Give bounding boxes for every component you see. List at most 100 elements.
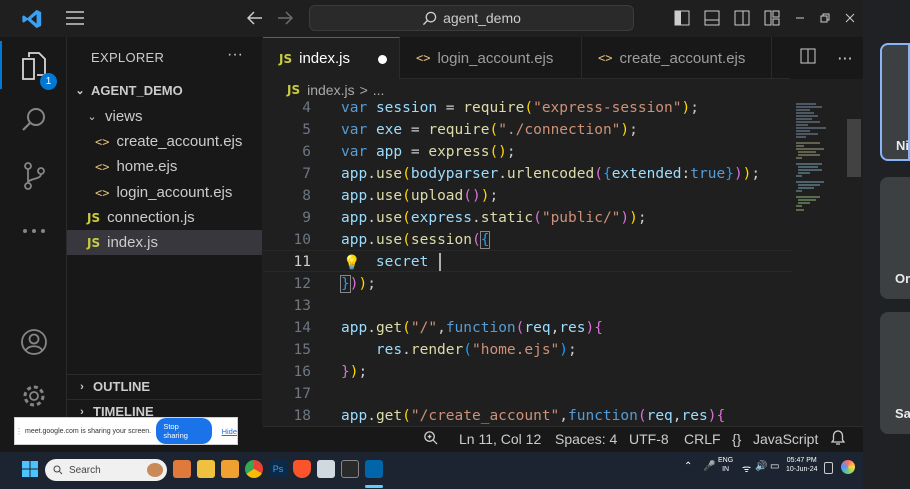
title-bar: agent_demo (0, 0, 863, 37)
explorer-badge: 1 (40, 73, 57, 90)
outline-section[interactable]: › OUTLINE (67, 374, 262, 398)
ejs-file-icon: <> (598, 51, 613, 65)
vscode-window: agent_demo 1 EXPLORER ··· ⌄ AGENT_DEMO ⌄… (0, 0, 863, 452)
microphone-icon[interactable]: 🎤 (703, 461, 715, 472)
taskbar-app-icon[interactable] (317, 460, 335, 478)
code-line-16-text: }); (341, 364, 368, 380)
search-icon (21, 108, 45, 131)
battery-icon[interactable]: ▭ (770, 461, 779, 472)
menu-icon[interactable] (64, 8, 86, 28)
code-line: 5 var exe = require("./connection"); (263, 119, 793, 141)
notification-center-icon[interactable] (824, 462, 833, 474)
code-line-12-text: })); (340, 275, 376, 293)
code-line-15-text: res.render("home.ejs"); (375, 342, 577, 358)
settings-activity[interactable] (0, 373, 67, 419)
indentation[interactable]: Spaces: 4 (555, 431, 617, 447)
chevron-down-icon: ⌄ (87, 111, 97, 123)
status-bar: Ln 11, Col 12 Spaces: 4 UTF-8 CRLF {} Ja… (263, 426, 863, 452)
code-line: 9 app.use(express.static("public/")); (263, 207, 793, 229)
chrome-icon[interactable] (245, 460, 263, 478)
hide-link[interactable]: Hide (222, 427, 237, 436)
command-center-search[interactable]: agent_demo (309, 5, 634, 31)
forward-arrow-icon[interactable] (275, 8, 295, 28)
minimap[interactable] (794, 101, 844, 426)
code-line-18-text: app.get("/create_account",function(req,r… (341, 408, 726, 424)
participant-tile[interactable]: Or (880, 177, 910, 299)
folder-agent-demo[interactable]: ⌄ AGENT_DEMO (67, 78, 262, 103)
file-connection[interactable]: JS connection.js (67, 205, 262, 230)
chevron-up-icon[interactable]: ⌃ (684, 461, 692, 472)
search-highlight-icon (147, 463, 163, 477)
tab-index-js[interactable]: JS index.js (263, 37, 400, 79)
search-activity[interactable] (0, 97, 67, 143)
breadcrumb-symbols[interactable]: ... (373, 82, 385, 98)
file-login-account[interactable]: <> login_account.ejs (67, 180, 262, 205)
back-arrow-icon[interactable] (245, 8, 265, 28)
file-explorer-icon[interactable] (197, 460, 215, 478)
tab-login-account[interactable]: <> login_account.ejs (400, 37, 582, 79)
activity-bar: 1 (0, 37, 67, 426)
file-home[interactable]: <> home.ejs (67, 154, 262, 179)
windows-start-icon[interactable] (22, 461, 38, 481)
toggle-secondary-sidebar-icon[interactable] (733, 9, 751, 27)
chevron-right-icon: › (80, 380, 84, 393)
encoding[interactable]: UTF-8 (629, 431, 669, 447)
cursor-position[interactable]: Ln 11, Col 12 (459, 431, 541, 447)
command-center-text: agent_demo (443, 10, 521, 26)
accounts-activity[interactable] (0, 319, 67, 365)
copilot-icon[interactable] (841, 460, 855, 474)
explorer-title: EXPLORER (91, 50, 165, 65)
sublime-text-icon[interactable] (221, 460, 239, 478)
notifications-bell-icon[interactable] (830, 430, 846, 449)
photoshop-icon[interactable]: Ps (269, 460, 287, 478)
code-line: 10 app.use(session({ (263, 229, 793, 251)
taskbar-app-icon[interactable] (173, 460, 191, 478)
toggle-primary-sidebar-icon[interactable] (673, 9, 691, 27)
line-ending[interactable]: CRLF (684, 431, 721, 447)
source-control-activity[interactable] (0, 153, 67, 199)
participant-tile[interactable]: Sa (880, 312, 910, 434)
toggle-panel-icon[interactable] (703, 9, 721, 27)
tab-create-account[interactable]: <> create_account.ejs (582, 37, 772, 79)
explorer-activity[interactable]: 1 (0, 43, 67, 90)
taskbar-search[interactable]: Search (45, 459, 167, 481)
volume-icon[interactable]: 🔊 (755, 461, 767, 472)
share-message: meet.google.com is sharing your screen. (25, 427, 152, 435)
drag-handle-icon[interactable]: ⋮ (15, 418, 23, 444)
explorer-more-icon[interactable]: ··· (227, 46, 243, 64)
clock[interactable]: 05:47 PM 10-Jun-24 (786, 456, 818, 474)
terminal-icon[interactable] (341, 460, 359, 478)
zoom-icon[interactable] (423, 430, 438, 448)
file-create-account[interactable]: <> create_account.ejs (67, 129, 262, 154)
editor-more-icon[interactable]: ··· (837, 49, 852, 68)
language-mode[interactable]: JavaScript (753, 431, 818, 447)
restore-icon[interactable] (817, 9, 833, 27)
split-editor-icon[interactable] (800, 48, 816, 68)
breadcrumb-separator: > (359, 82, 368, 98)
folder-views[interactable]: ⌄ views (67, 104, 262, 129)
vscode-taskbar-icon[interactable] (365, 460, 383, 478)
brave-icon[interactable] (293, 460, 311, 478)
stop-sharing-button[interactable]: Stop sharing (156, 418, 212, 444)
wifi-icon[interactable]: ᯤ (742, 461, 751, 475)
close-icon[interactable] (842, 9, 858, 27)
vertical-scrollbar[interactable] (847, 119, 861, 177)
ejs-file-icon: <> (416, 51, 431, 65)
breadcrumb-file[interactable]: index.js (307, 82, 354, 98)
code-line: 12})); (263, 273, 793, 295)
customize-layout-icon[interactable] (763, 9, 781, 27)
code-editor[interactable]: 4 var session = require("express-session"… (263, 101, 863, 426)
minimize-icon[interactable] (792, 9, 808, 27)
chevron-right-icon: › (80, 405, 84, 418)
unsaved-dot-icon[interactable] (378, 55, 387, 64)
participant-tile[interactable]: Ni (880, 43, 910, 161)
screen-share-banner: ⋮ meet.google.com is sharing your screen… (14, 417, 238, 445)
more-activity[interactable] (0, 208, 67, 254)
code-line: 14 app.get("/",function(req,res){ (263, 317, 793, 339)
current-line: 11 💡 secret (263, 250, 793, 272)
file-index[interactable]: JS index.js (67, 230, 262, 255)
code-line: 15 res.render("home.ejs"); (263, 339, 793, 361)
editor-actions: ··· (790, 37, 863, 79)
code-line-11-text: secret (341, 251, 442, 273)
language-indicator[interactable]: ENG IN (718, 456, 733, 474)
